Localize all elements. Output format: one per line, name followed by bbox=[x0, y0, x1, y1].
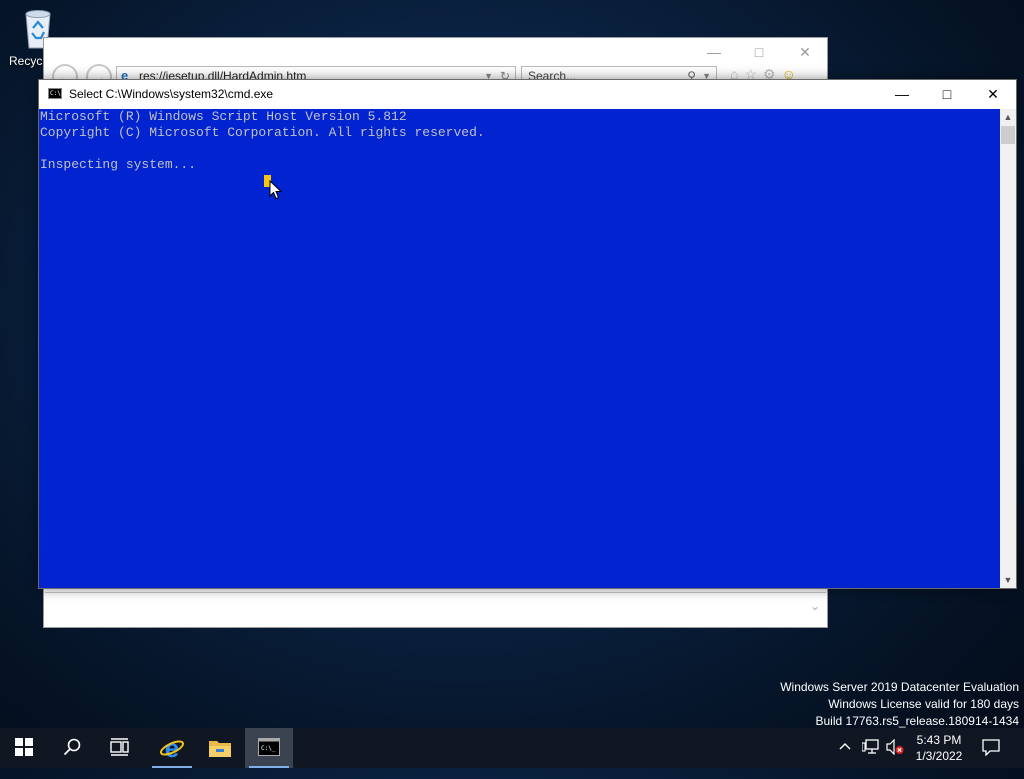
taskbar-internet-explorer[interactable]: e bbox=[148, 728, 196, 768]
os-watermark: Windows Server 2019 Datacenter Evaluatio… bbox=[780, 679, 1019, 730]
close-icon: ✕ bbox=[987, 86, 999, 102]
show-hidden-icons-button[interactable] bbox=[838, 739, 852, 779]
volume-control[interactable] bbox=[886, 738, 904, 779]
task-view-button[interactable] bbox=[96, 728, 144, 768]
internet-explorer-icon: e bbox=[159, 733, 185, 763]
cmd-title: Select C:\Windows\system32\cmd.exe bbox=[69, 87, 274, 101]
console-line: Copyright (C) Microsoft Corporation. All… bbox=[40, 125, 485, 140]
chevron-up-icon bbox=[839, 743, 851, 750]
cmd-console[interactable]: Microsoft (R) Windows Script Host Versio… bbox=[39, 109, 1000, 588]
maximize-icon: □ bbox=[942, 86, 952, 102]
console-line: Microsoft (R) Windows Script Host Versio… bbox=[40, 109, 407, 124]
ie-minimize-button[interactable]: — bbox=[699, 42, 729, 62]
chevron-down-icon[interactable]: ⌄ bbox=[810, 599, 820, 613]
ie-maximize-button[interactable]: □ bbox=[744, 42, 774, 62]
watermark-edition: Windows Server 2019 Datacenter Evaluatio… bbox=[780, 680, 1019, 694]
taskbar-file-explorer[interactable] bbox=[196, 728, 244, 768]
minimize-icon: — bbox=[895, 86, 909, 102]
volume-muted-icon bbox=[886, 738, 904, 756]
cmd-maximize-button[interactable]: □ bbox=[924, 80, 970, 109]
scroll-thumb[interactable] bbox=[1001, 126, 1015, 144]
search-icon bbox=[63, 738, 81, 756]
start-button[interactable] bbox=[0, 728, 48, 768]
scroll-down-arrow-icon[interactable]: ▼ bbox=[1000, 572, 1016, 588]
cmd-minimize-button[interactable]: — bbox=[879, 80, 925, 109]
action-center-button[interactable] bbox=[982, 739, 1000, 779]
cmd-scrollbar[interactable]: ▲ ▼ bbox=[1000, 109, 1016, 588]
ie-bottom-field[interactable]: ⌄ bbox=[45, 592, 826, 626]
file-explorer-icon bbox=[209, 741, 231, 757]
taskbar-command-prompt[interactable]: C:\_ bbox=[245, 728, 293, 768]
cmd-app-icon: C:\ bbox=[48, 88, 62, 99]
task-view-icon bbox=[110, 738, 129, 756]
watermark-license: Windows License valid for 180 days bbox=[828, 697, 1019, 711]
cmd-titlebar[interactable]: C:\ Select C:\Windows\system32\cmd.exe —… bbox=[39, 80, 1016, 109]
cmd-window[interactable]: C:\ Select C:\Windows\system32\cmd.exe —… bbox=[38, 79, 1017, 589]
clock-time: 5:43 PM bbox=[916, 733, 962, 747]
clock-date: 1/3/2022 bbox=[915, 749, 963, 763]
mouse-pointer-icon bbox=[269, 180, 283, 200]
network-icon bbox=[861, 739, 879, 754]
search-button[interactable] bbox=[48, 728, 96, 768]
network-status[interactable] bbox=[861, 739, 880, 779]
scroll-up-arrow-icon[interactable]: ▲ bbox=[1000, 109, 1016, 125]
command-prompt-icon: C:\_ bbox=[258, 738, 280, 756]
ie-close-button[interactable]: ✕ bbox=[790, 42, 820, 62]
ie-titlebar[interactable]: — □ ✕ bbox=[44, 38, 827, 64]
cmd-close-button[interactable]: ✕ bbox=[970, 80, 1016, 109]
start-icon bbox=[15, 738, 33, 756]
taskbar: e C:\_ 5:43 PM 1/3/2022 bbox=[0, 728, 1024, 768]
system-clock[interactable]: 5:43 PM 1/3/2022 bbox=[906, 732, 972, 764]
svg-text:C:\_: C:\_ bbox=[261, 745, 276, 752]
console-line: Inspecting system... bbox=[40, 157, 197, 172]
action-center-icon bbox=[982, 739, 1000, 757]
svg-text:e: e bbox=[165, 736, 179, 760]
